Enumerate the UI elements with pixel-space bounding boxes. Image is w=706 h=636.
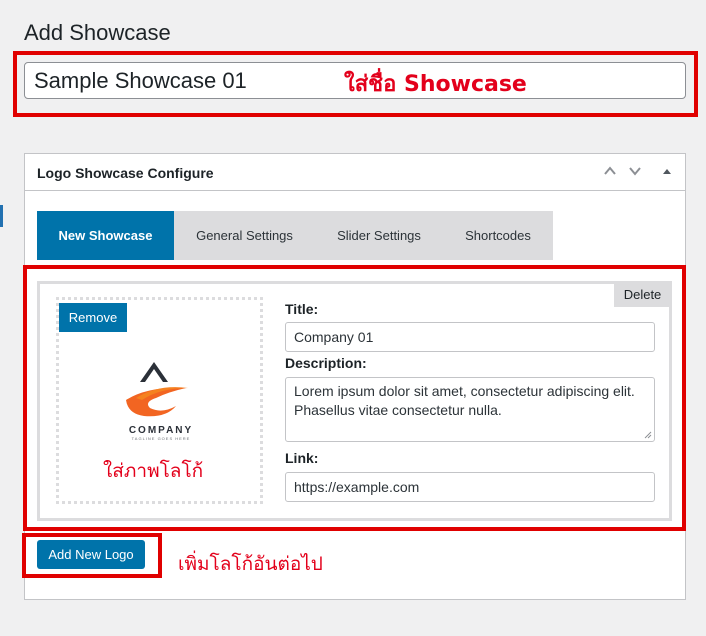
tab-new-showcase[interactable]: New Showcase xyxy=(37,211,174,260)
chevron-up-icon[interactable] xyxy=(599,160,621,184)
chevron-down-icon[interactable] xyxy=(624,160,646,184)
metabox-title: Logo Showcase Configure xyxy=(37,165,214,181)
tab-general-settings[interactable]: General Settings xyxy=(174,211,315,260)
annotation-box-add xyxy=(22,533,162,578)
page-title: Add Showcase xyxy=(24,20,171,45)
annotation-box-name xyxy=(13,51,698,117)
admin-menu-edge xyxy=(0,205,3,227)
annotation-add-hint: เพิ่มโลโก้อันต่อไป xyxy=(178,553,323,575)
tab-slider-settings[interactable]: Slider Settings xyxy=(315,211,443,260)
annotation-box-logo-item xyxy=(23,265,686,531)
tab-shortcodes[interactable]: Shortcodes xyxy=(443,211,553,260)
toggle-arrow-icon[interactable] xyxy=(656,160,678,184)
